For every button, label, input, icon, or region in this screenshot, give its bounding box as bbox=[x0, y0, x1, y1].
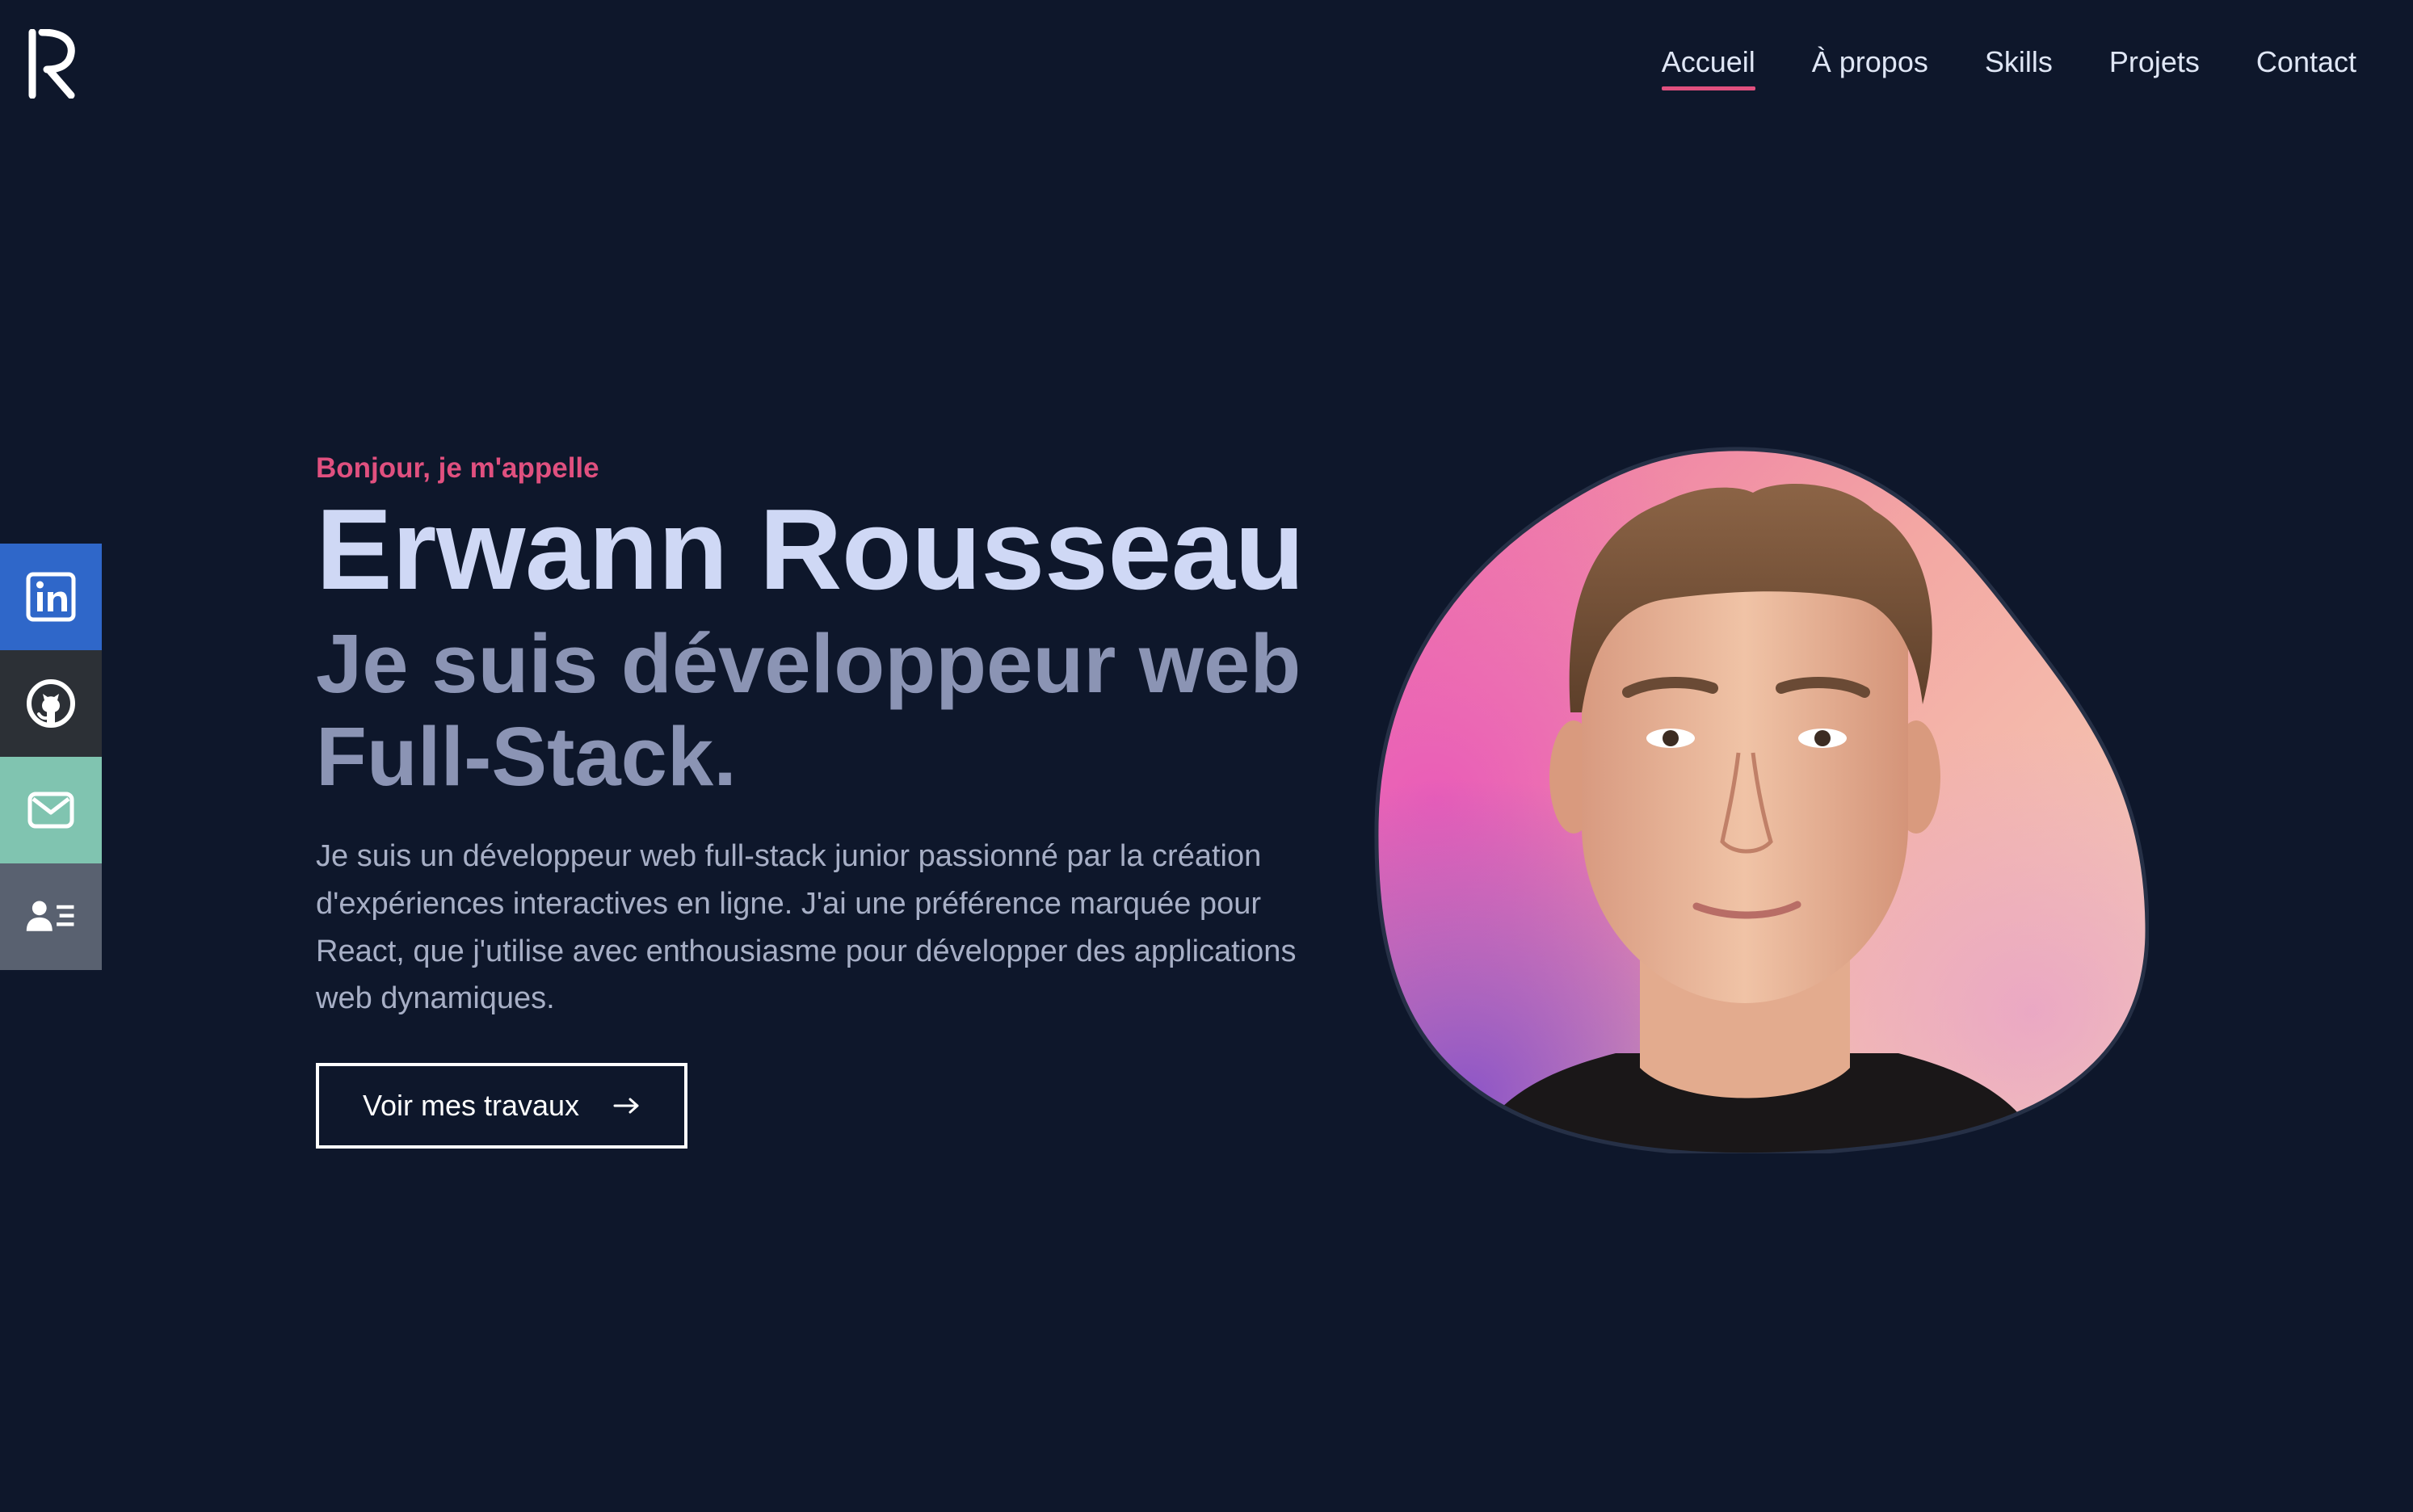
nav-item-skills[interactable]: Skills bbox=[1985, 45, 2053, 90]
github-button[interactable] bbox=[0, 650, 102, 757]
mail-icon bbox=[27, 792, 74, 829]
nav-item-contact[interactable]: Contact bbox=[2256, 45, 2356, 90]
logo-r-icon[interactable] bbox=[24, 29, 78, 99]
hero-name: Erwann Rousseau bbox=[316, 485, 1305, 614]
github-icon bbox=[27, 679, 75, 728]
hero-description: Je suis un développeur web full-stack ju… bbox=[316, 838, 1297, 1016]
resume-button[interactable] bbox=[0, 863, 102, 970]
social-sidebar bbox=[0, 544, 102, 970]
see-work-button[interactable]: Voir mes travaux bbox=[316, 1063, 687, 1149]
hero-role-line2: Full-Stack. bbox=[316, 710, 737, 804]
see-work-label: Voir mes travaux bbox=[362, 1089, 580, 1123]
mail-button[interactable] bbox=[0, 757, 102, 863]
linkedin-icon bbox=[26, 572, 76, 622]
nav-item-projets[interactable]: Projets bbox=[2109, 45, 2200, 90]
page: Accueil À propos Skills Projets Contact bbox=[0, 0, 2413, 1512]
arrow-right-icon bbox=[613, 1098, 639, 1114]
profile-portrait bbox=[1373, 446, 2150, 1157]
hero-role: Je suis développeur web Full-Stack. bbox=[316, 617, 1366, 804]
hero-section: Bonjour, je m'appelle Erwann Rousseau Je… bbox=[316, 452, 1366, 1149]
profile-photo bbox=[1374, 447, 2150, 1157]
contact-card-icon bbox=[26, 901, 74, 931]
nav-item-a-propos[interactable]: À propos bbox=[1812, 45, 1928, 90]
linkedin-button[interactable] bbox=[0, 544, 102, 650]
main-nav: Accueil À propos Skills Projets Contact bbox=[1661, 45, 2356, 90]
nav-item-accueil[interactable]: Accueil bbox=[1661, 45, 1755, 90]
greeting-text: Bonjour, je m'appelle bbox=[316, 452, 599, 484]
hero-role-line1: Je suis développeur web bbox=[316, 617, 1301, 710]
